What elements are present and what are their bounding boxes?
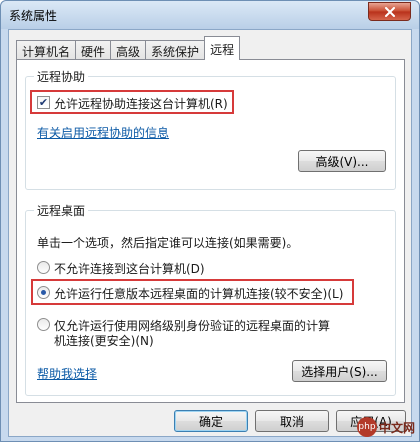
- radio-allow-nla-only-label-line2[interactable]: 机连接(更安全)(N): [54, 332, 154, 349]
- tab-strip: 计算机名 硬件 高级 系统保护 远程: [16, 36, 241, 60]
- cancel-button[interactable]: 取消: [255, 410, 329, 432]
- site-watermark: php 中文网: [357, 415, 415, 439]
- title-bar[interactable]: 系统属性: [1, 1, 419, 29]
- advanced-button[interactable]: 高级(V)...: [298, 150, 386, 172]
- remote-desktop-instruction: 单击一个选项，然后指定谁可以连接(如果需要)。: [37, 236, 299, 250]
- radio-allow-nla-only[interactable]: [37, 318, 50, 331]
- watermark-logo: php: [357, 417, 377, 437]
- remote-assistance-group-label: 远程协助: [34, 68, 89, 85]
- dialog-client-area: 计算机名 硬件 高级 系统保护 远程 远程协助 ✔ 允许远程协助连接这台计算机(…: [8, 29, 412, 437]
- tab-system-protection[interactable]: 系统保护: [145, 40, 206, 60]
- radio-disallow-connections-label[interactable]: 不允许连接到这台计算机(D): [54, 260, 205, 277]
- remote-desktop-group-label: 远程桌面: [34, 202, 89, 219]
- radio-disallow-connections[interactable]: [37, 261, 50, 274]
- help-me-choose-link[interactable]: 帮助我选择: [37, 365, 97, 382]
- select-users-button[interactable]: 选择用户(S)...: [292, 360, 387, 382]
- tab-remote[interactable]: 远程: [204, 36, 241, 60]
- close-icon: [384, 6, 395, 17]
- tab-computer-name[interactable]: 计算机名: [16, 40, 77, 60]
- highlight-box-desktop: [31, 279, 354, 305]
- system-properties-window: 系统属性 计算机名 硬件 高级 系统保护 远程 远程协助 ✔ 允许远程协助连接这…: [0, 0, 420, 442]
- highlight-box-assistance: [30, 90, 234, 114]
- tab-hardware[interactable]: 硬件: [75, 40, 112, 60]
- tab-advanced[interactable]: 高级: [110, 40, 147, 60]
- close-button[interactable]: [368, 2, 411, 21]
- window-title: 系统属性: [9, 9, 58, 23]
- remote-assistance-info-link[interactable]: 有关启用远程协助的信息: [37, 124, 169, 141]
- watermark-text: 中文网: [379, 420, 416, 435]
- ok-button[interactable]: 确定: [174, 410, 248, 432]
- tab-panel-remote: 远程协助 ✔ 允许远程协助连接这台计算机(R) 有关启用远程协助的信息 高级(V…: [16, 59, 405, 403]
